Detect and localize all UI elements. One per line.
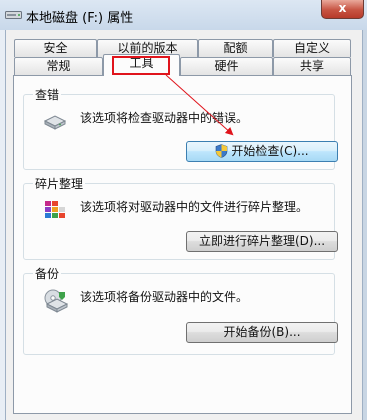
- annotation-arrow: [165, 74, 234, 136]
